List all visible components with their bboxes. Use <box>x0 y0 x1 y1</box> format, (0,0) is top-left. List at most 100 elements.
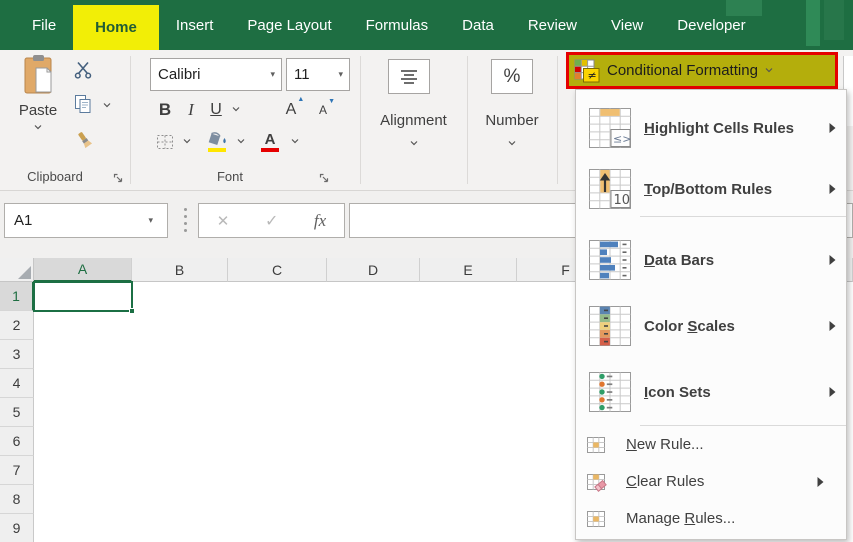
italic-label: I <box>188 100 194 120</box>
row-header-8[interactable]: 8 <box>0 485 34 514</box>
fill-color-button[interactable] <box>202 126 232 158</box>
shrink-font-label: A <box>319 103 327 117</box>
color-scales-icon <box>586 302 634 350</box>
font-color-button[interactable]: A <box>256 126 284 158</box>
decrease-font-size-button[interactable]: A▼ <box>308 96 338 124</box>
font-size-value: 11 <box>294 66 310 83</box>
chevron-down-icon <box>103 103 111 108</box>
underline-dropdown-button[interactable] <box>229 102 243 116</box>
format-painter-button[interactable] <box>72 128 98 154</box>
menu-item-icon-sets[interactable]: Icon Sets <box>576 359 846 425</box>
submenu-arrow-icon <box>829 387 836 398</box>
copy-dropdown-button[interactable] <box>100 98 114 112</box>
format-painter-icon <box>75 131 95 151</box>
submenu-arrow-icon <box>829 123 836 134</box>
manage-rules-icon <box>585 508 607 530</box>
svg-text:≤>: ≤> <box>613 133 631 146</box>
group-separator <box>130 56 131 184</box>
highlight-cells-rules-icon: ≤> <box>586 104 634 152</box>
dropdown-arrow-icon: ▾ <box>338 69 343 80</box>
bold-button[interactable]: B <box>152 96 178 124</box>
number-dropdown-chevron[interactable] <box>467 133 557 151</box>
titlebar-decoration <box>824 0 844 40</box>
copy-button[interactable] <box>70 91 96 117</box>
row-header-7[interactable]: 7 <box>0 456 34 485</box>
menu-item-top-bottom-rules[interactable]: 10Top/Bottom Rules <box>576 162 846 216</box>
cancel-icon[interactable]: ✕ <box>217 212 230 230</box>
chevron-down-icon <box>232 107 240 112</box>
column-header-b[interactable]: B <box>132 258 228 282</box>
row-header-2[interactable]: 2 <box>0 311 34 340</box>
titlebar-decoration <box>806 0 820 46</box>
formula-bar-resize-handle[interactable] <box>184 208 187 232</box>
fill-handle[interactable] <box>129 308 135 314</box>
name-box-dropdown-icon[interactable]: ▾ <box>148 215 153 226</box>
row-header-3[interactable]: 3 <box>0 340 34 369</box>
tab-home[interactable]: Home <box>73 5 159 50</box>
column-header-a[interactable]: A <box>34 258 132 282</box>
borders-dropdown-button[interactable] <box>180 134 194 148</box>
clipboard-group-label: Clipboard <box>0 169 110 184</box>
font-name-combobox[interactable]: Calibri ▾ <box>150 58 282 91</box>
submenu-arrow-icon <box>829 184 836 195</box>
fill-color-dropdown-button[interactable] <box>234 134 248 148</box>
name-box[interactable]: A1 ▾ <box>4 203 168 238</box>
conditional-formatting-button[interactable]: ≠ Conditional Formatting <box>566 52 838 89</box>
conditional-formatting-label: Conditional Formatting <box>607 62 758 79</box>
increase-font-size-button[interactable]: A▲ <box>276 96 306 124</box>
svg-text:≠: ≠ <box>588 69 597 82</box>
menu-item-manage-rules[interactable]: Manage Rules... <box>576 500 846 537</box>
menu-item-highlight-cells-rules[interactable]: ≤>Highlight Cells Rules <box>576 94 846 162</box>
select-all-corner[interactable] <box>0 258 34 282</box>
chevron-down-icon <box>291 139 299 144</box>
row-header-1[interactable]: 1 <box>0 282 34 311</box>
menu-item-label: Manage Rules... <box>626 510 735 527</box>
borders-button[interactable] <box>152 128 178 156</box>
column-header-c[interactable]: C <box>228 258 327 282</box>
menu-item-new-rule[interactable]: New Rule... <box>576 426 846 463</box>
alignment-dropdown-chevron[interactable] <box>360 133 467 151</box>
row-header-9[interactable]: 9 <box>0 514 34 542</box>
underline-button[interactable]: U <box>204 96 228 124</box>
grow-font-label: A <box>286 101 297 118</box>
cut-button[interactable] <box>70 58 96 82</box>
new-rule-icon <box>585 434 607 456</box>
menu-item-label: Icon Sets <box>644 384 711 401</box>
paste-button[interactable]: Paste <box>10 54 66 182</box>
chevron-down-icon <box>34 125 42 130</box>
submenu-arrow-icon <box>829 321 836 332</box>
tab-page-layout[interactable]: Page Layout <box>230 0 348 50</box>
submenu-arrow-icon <box>817 476 824 487</box>
conditional-formatting-menu: ≤>Highlight Cells Rules10Top/Bottom Rule… <box>575 89 847 540</box>
selected-cell-outline <box>33 281 133 312</box>
formula-bar-buttons: ✕ ✓ fx <box>198 203 345 238</box>
italic-button[interactable]: I <box>180 96 202 124</box>
menu-item-data-bars[interactable]: Data Bars <box>576 227 846 293</box>
column-header-e[interactable]: E <box>420 258 517 282</box>
font-dialog-launcher-icon[interactable] <box>318 171 330 183</box>
clipboard-dialog-launcher-icon[interactable] <box>112 171 124 183</box>
dropdown-arrow-icon: ▾ <box>270 69 275 80</box>
tab-formulas[interactable]: Formulas <box>349 0 446 50</box>
font-color-dropdown-button[interactable] <box>288 134 302 148</box>
column-header-d[interactable]: D <box>327 258 420 282</box>
tab-data[interactable]: Data <box>445 0 511 50</box>
insert-function-icon[interactable]: fx <box>314 211 326 231</box>
row-header-5[interactable]: 5 <box>0 398 34 427</box>
menu-item-color-scales[interactable]: Color Scales <box>576 293 846 359</box>
alignment-button[interactable] <box>388 59 430 94</box>
tab-view[interactable]: View <box>594 0 660 50</box>
copy-icon <box>73 93 93 115</box>
row-header-4[interactable]: 4 <box>0 369 34 398</box>
enter-icon[interactable]: ✓ <box>265 211 278 231</box>
fill-color-bar <box>208 148 226 152</box>
tab-review[interactable]: Review <box>511 0 594 50</box>
menu-item-clear-rules[interactable]: Clear Rules <box>576 463 846 500</box>
number-format-button[interactable]: % <box>491 59 533 94</box>
font-size-combobox[interactable]: 11 ▾ <box>286 58 350 91</box>
row-header-6[interactable]: 6 <box>0 427 34 456</box>
chevron-down-icon <box>183 139 191 144</box>
chevron-down-icon <box>765 68 773 73</box>
tab-insert[interactable]: Insert <box>159 0 231 50</box>
tab-file[interactable]: File <box>15 0 73 50</box>
